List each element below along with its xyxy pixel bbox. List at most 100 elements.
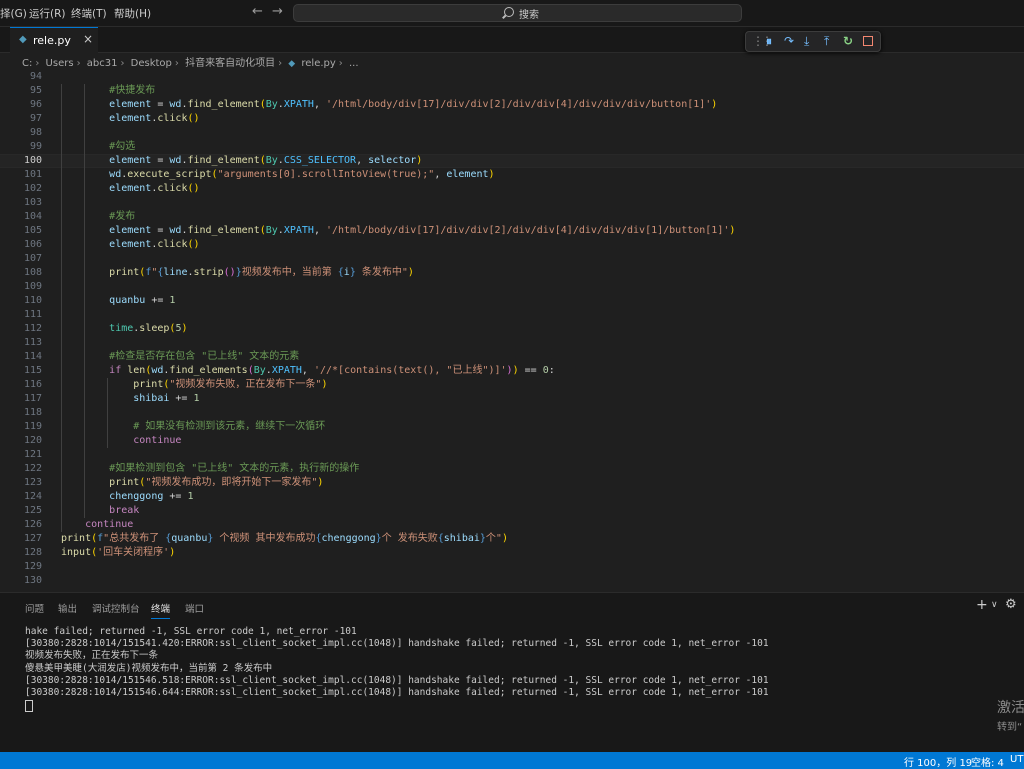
tab-debug-console[interactable]: 调试控制台 xyxy=(92,601,140,615)
chevron-right-icon: › xyxy=(120,58,125,69)
breadcrumb-item[interactable]: rele.py xyxy=(301,58,335,69)
step-into-icon[interactable]: ⤓ xyxy=(804,33,809,49)
line-number: 117 xyxy=(23,393,42,404)
terminal-line: hake failed; returned -1, SSL error code… xyxy=(25,626,357,637)
line-number: 94 xyxy=(29,71,42,82)
restart-icon[interactable]: ↻ xyxy=(843,33,853,49)
line-number: 125 xyxy=(23,505,42,516)
code-line: 126 continue xyxy=(0,518,1024,532)
code-line: 102 element.click() xyxy=(0,182,1024,196)
line-number: 127 xyxy=(23,533,42,544)
line-number: 126 xyxy=(23,519,42,530)
code-line: 96 element = wd.find_element(By.XPATH, '… xyxy=(0,98,1024,112)
code-line: 119 # 如果没有检测到该元素，继续下一次循环 xyxy=(0,420,1024,434)
breadcrumb-item[interactable]: abc31 xyxy=(87,58,118,69)
line-number: 120 xyxy=(23,435,42,446)
line-number: 122 xyxy=(23,463,42,474)
terminal-line: [30380:2828:1014/151546.644:ERROR:ssl_cl… xyxy=(25,686,769,698)
add-terminal-icon[interactable]: + xyxy=(976,597,988,613)
terminal-line: [30380:2828:1014/151541.420:ERROR:ssl_cl… xyxy=(25,638,769,650)
menu-terminal[interactable]: 终端(T) xyxy=(71,6,107,21)
tab-terminal[interactable]: 终端 xyxy=(151,601,171,619)
search-icon xyxy=(504,7,514,17)
code-line: 104 #发布 xyxy=(0,210,1024,224)
gear-icon[interactable]: ⚙ xyxy=(1005,597,1017,612)
code-line: 103 xyxy=(0,196,1024,210)
line-number: 118 xyxy=(23,407,42,418)
code-line: 117 shibai += 1 xyxy=(0,392,1024,406)
tab-rele-py[interactable]: ◆ rele.py × xyxy=(10,27,98,53)
line-number: 129 xyxy=(23,561,42,572)
chevron-right-icon: › xyxy=(35,58,40,69)
breadcrumb: C: › Users › abc31 › Desktop › 抖音来客自动化项目 › ◆ … xyxy=(22,54,362,69)
encoding-setting[interactable]: UTF xyxy=(1010,754,1024,765)
line-number: 114 xyxy=(23,351,42,362)
chevron-down-icon[interactable]: ∨ xyxy=(991,600,998,610)
indent-guide xyxy=(107,378,108,448)
line-number: 105 xyxy=(23,225,42,236)
menu-help[interactable]: 帮助(H) xyxy=(114,6,151,21)
code-line: 101 wd.execute_script("arguments[0].scro… xyxy=(0,168,1024,182)
debug-toolbar: ⋮⋮ ⏸ ↷ ⤓ ⤒ ↻ xyxy=(745,31,881,52)
line-number: 124 xyxy=(23,491,42,502)
breadcrumb-item[interactable]: Desktop xyxy=(131,58,172,69)
line-number: 101 xyxy=(23,169,42,180)
menu-selection[interactable]: 择(G) xyxy=(0,6,27,21)
line-number: 103 xyxy=(23,197,42,208)
code-line: 125 break xyxy=(0,504,1024,518)
code-line: 121 xyxy=(0,448,1024,462)
chevron-right-icon: › xyxy=(174,58,179,69)
step-out-icon[interactable]: ⤒ xyxy=(824,33,829,49)
menu-run[interactable]: 运行(R) xyxy=(29,6,66,21)
terminal-output[interactable]: hake failed; returned -1, SSL error code… xyxy=(25,626,769,713)
breadcrumb-item[interactable]: C: xyxy=(22,58,32,69)
tab-ports[interactable]: 端口 xyxy=(185,601,204,615)
line-number: 123 xyxy=(23,477,42,488)
forward-arrow-icon[interactable]: → xyxy=(272,4,283,19)
line-number: 112 xyxy=(23,323,42,334)
code-line: 106 element.click() xyxy=(0,238,1024,252)
line-number: 97 xyxy=(29,113,42,124)
code-line: 123 print("视频发布成功，即将开始下一家发布") xyxy=(0,476,1024,490)
line-number: 119 xyxy=(23,421,42,432)
code-line: 116 print("视频发布失败，正在发布下一条") xyxy=(0,378,1024,392)
current-code-line: 100 element = wd.find_element(By.CSS_SEL… xyxy=(0,154,1024,168)
pause-icon[interactable]: ⏸ xyxy=(766,33,772,49)
breadcrumb-item[interactable]: 抖音来客自动化项目 xyxy=(185,58,275,69)
terminal-cursor xyxy=(25,700,33,713)
line-number: 96 xyxy=(29,99,42,110)
line-number: 107 xyxy=(23,253,42,264)
stop-icon[interactable] xyxy=(863,36,873,46)
breadcrumb-item[interactable]: Users xyxy=(46,58,74,69)
code-editor[interactable]: 94 95 #快捷发布 96 element = wd.find_element… xyxy=(0,70,1024,592)
chevron-right-icon: › xyxy=(76,58,81,69)
code-line: 109 xyxy=(0,280,1024,294)
line-number: 95 xyxy=(29,85,42,96)
code-line: 120 continue xyxy=(0,434,1024,448)
activation-watermark-subtitle: 转到“ xyxy=(997,722,1023,733)
line-number: 106 xyxy=(23,239,42,250)
back-arrow-icon[interactable]: ← xyxy=(252,4,263,19)
close-icon[interactable]: × xyxy=(83,32,93,46)
command-center-search[interactable]: 搜索 xyxy=(293,4,742,22)
title-bar: 择(G) 运行(R) 终端(T) 帮助(H) ← → 搜索 xyxy=(0,0,1024,27)
indent-guide xyxy=(84,84,85,518)
code-line: 97 element.click() xyxy=(0,112,1024,126)
code-line: 115 if len(wd.find_elements(By.XPATH, '/… xyxy=(0,364,1024,378)
code-line: 110 quanbu += 1 xyxy=(0,294,1024,308)
line-number: 116 xyxy=(23,379,42,390)
breadcrumb-item[interactable]: ... xyxy=(349,58,359,69)
step-over-icon[interactable]: ↷ xyxy=(784,33,794,49)
line-number: 104 xyxy=(23,211,42,222)
line-number: 108 xyxy=(23,267,42,278)
code-line: 127 print(f"总共发布了 {quanbu} 个视频 其中发布成功{che… xyxy=(0,532,1024,546)
cursor-position[interactable]: 行 100，列 19 xyxy=(904,754,972,769)
chevron-right-icon: › xyxy=(338,58,343,69)
line-number: 109 xyxy=(23,281,42,292)
code-line: 118 xyxy=(0,406,1024,420)
tab-output[interactable]: 输出 xyxy=(58,601,77,615)
tab-problems[interactable]: 问题 xyxy=(25,601,44,615)
indentation-setting[interactable]: 空格: 4 xyxy=(971,754,1004,769)
terminal-line: [30380:2828:1014/151546.518:ERROR:ssl_cl… xyxy=(25,674,769,686)
code-line: 112 time.sleep(5) xyxy=(0,322,1024,336)
